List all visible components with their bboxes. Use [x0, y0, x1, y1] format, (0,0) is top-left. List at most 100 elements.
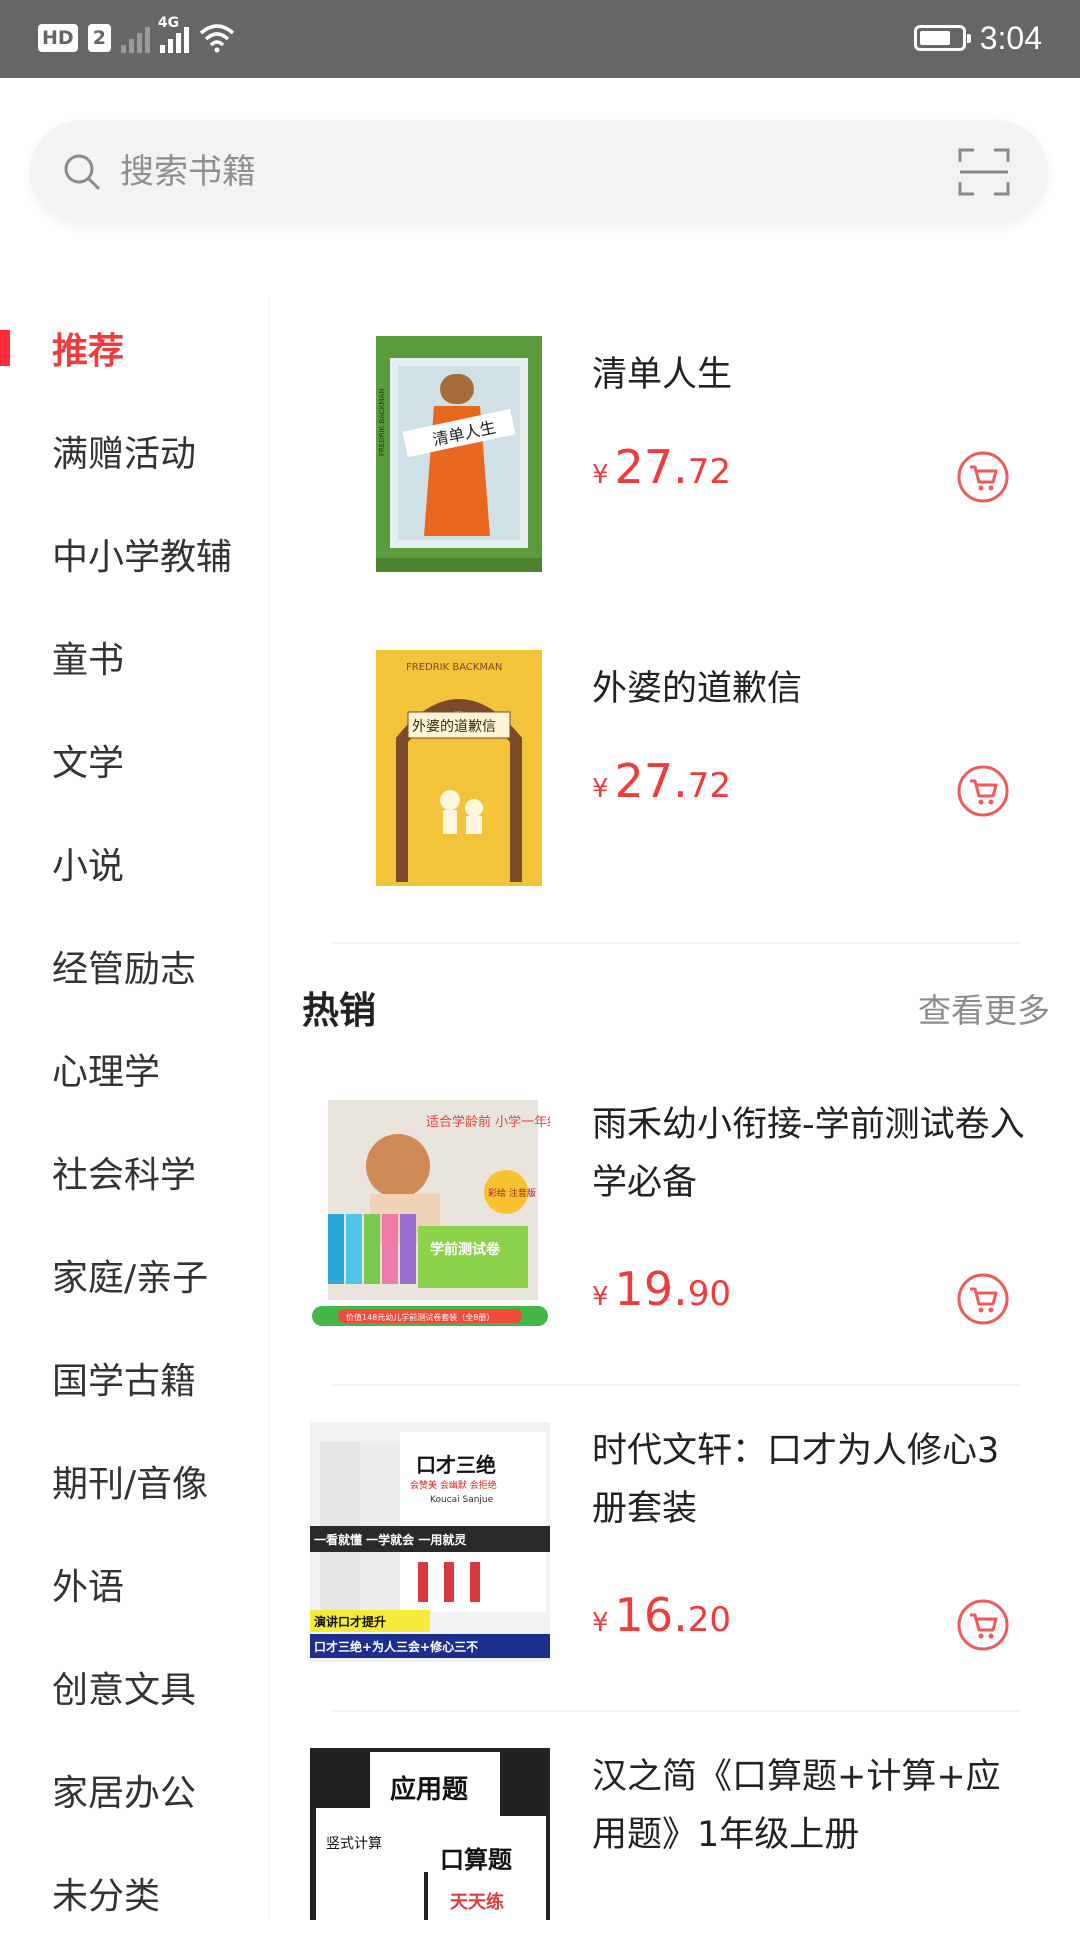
sidebar-item-recommend[interactable]: 推荐	[0, 296, 268, 399]
book-title: 清单人生	[592, 355, 733, 395]
network-type: 4G	[157, 15, 180, 31]
sidebar-item-label: 文学	[52, 742, 125, 784]
sidebar-item-gift-events[interactable]: 满赠活动	[0, 399, 268, 502]
cover-bottom-text: 价值148元幼儿学前测试卷套装（全8册）	[346, 1312, 494, 1322]
book-price: ¥ 19. 90	[592, 1262, 731, 1316]
cover-main-title: 学前测试卷	[430, 1241, 501, 1258]
price-decimal: 72	[687, 766, 731, 806]
book-cover: 外婆的道歉信 FREDRIK BACKMAN	[376, 650, 542, 886]
price-decimal: 90	[687, 1274, 731, 1314]
category-sidebar: 推荐 满赠活动 中小学教辅 童书 文学 小说 经管励志 心理学 社会科学 家庭/…	[0, 296, 268, 1920]
price-decimal: 72	[687, 452, 731, 492]
currency-symbol: ¥	[592, 774, 609, 804]
sidebar-item-novels[interactable]: 小说	[0, 811, 268, 914]
section-title: 热销	[302, 989, 376, 1032]
sidebar-item-label: 家庭/亲子	[52, 1257, 209, 1299]
book-item[interactable]: 应用题 竖式计算 口算题 天天练 汉之简《口算题+计算+应用题》1年级上册	[270, 1748, 1080, 1920]
sidebar-item-stationery[interactable]: 创意文具	[0, 1635, 268, 1738]
book-title: 时代文轩：口才为人修心3册套装	[592, 1431, 1000, 1529]
sidebar-item-children-books[interactable]: 童书	[0, 605, 268, 708]
book-price: ¥ 27. 72	[592, 440, 731, 494]
book-cover: 适合学龄前 小学一年级儿童 彩绘 注音版 学前测试卷 价值148元幼儿学前测试卷…	[310, 1096, 550, 1336]
sidebar-item-periodicals[interactable]: 期刊/音像	[0, 1429, 268, 1532]
view-more-link[interactable]: 查看更多	[918, 984, 1050, 1032]
book-cover: 清单人生 FREDRIK BACKMAN	[376, 336, 542, 572]
sidebar-item-label: 小说	[52, 845, 125, 887]
book-price: ¥ 16. 20	[592, 1588, 731, 1642]
currency-symbol: ¥	[592, 1282, 609, 1312]
price-integer: 16.	[614, 1588, 688, 1642]
cover-subtitle: 会赞美 会幽默 会拒绝	[410, 1479, 497, 1491]
clock: 3:04	[979, 19, 1042, 56]
wifi-icon	[199, 24, 235, 53]
book-title: 汉之简《口算题+计算+应用题》1年级上册	[592, 1757, 1001, 1855]
no-signal-icon	[120, 23, 150, 53]
search-input[interactable]	[118, 141, 922, 203]
price-integer: 19.	[614, 1262, 688, 1316]
currency-symbol: ¥	[592, 460, 609, 490]
sidebar-item-label: 国学古籍	[52, 1360, 197, 1402]
sidebar-item-label: 中小学教辅	[52, 536, 233, 578]
price-decimal: 20	[687, 1600, 731, 1640]
divider	[330, 1710, 1020, 1712]
cover-text-a: 应用题	[390, 1774, 468, 1805]
sidebar-item-classics[interactable]: 国学古籍	[0, 1326, 268, 1429]
sidebar-item-label: 心理学	[52, 1051, 161, 1093]
cover-author: FREDRIK BACKMAN	[378, 389, 386, 456]
search-icon	[64, 154, 100, 190]
book-item[interactable]: 外婆的道歉信 FREDRIK BACKMAN 外婆的道歉信 ¥ 27. 72	[270, 650, 1080, 964]
book-item[interactable]: 适合学龄前 小学一年级儿童 彩绘 注音版 学前测试卷 价值148元幼儿学前测试卷…	[270, 1096, 1080, 1410]
cover-pinyin: Koucai Sanjue	[430, 1495, 494, 1505]
sim-indicator: 2	[87, 24, 111, 52]
divider	[330, 1384, 1020, 1386]
sidebar-item-label: 经管励志	[52, 948, 197, 990]
cover-tagline: 适合学龄前 小学一年级儿童	[426, 1114, 550, 1130]
sidebar-item-label: 外语	[52, 1566, 125, 1608]
scan-icon[interactable]	[958, 146, 1010, 198]
battery-icon	[913, 25, 971, 51]
book-cover: 口才三绝 会赞美 会幽默 会拒绝 Koucai Sanjue 一看就懂 一学就会…	[310, 1422, 550, 1662]
sidebar-item-psychology[interactable]: 心理学	[0, 1017, 268, 1120]
sidebar-item-k12-tutoring[interactable]: 中小学教辅	[0, 502, 268, 605]
sidebar-item-foreign-language[interactable]: 外语	[0, 1532, 268, 1635]
sidebar-item-social-science[interactable]: 社会科学	[0, 1120, 268, 1223]
book-item[interactable]: 口才三绝 会赞美 会幽默 会拒绝 Koucai Sanjue 一看就懂 一学就会…	[270, 1422, 1080, 1736]
sidebar-item-home-office[interactable]: 家居办公	[0, 1738, 268, 1841]
book-price: ¥ 27. 72	[592, 754, 731, 808]
hd-indicator: HD	[38, 24, 78, 52]
sidebar-item-label: 推荐	[52, 330, 125, 372]
cover-author: FREDRIK BACKMAN	[406, 662, 502, 673]
cover-tag: 演讲口才提升	[314, 1614, 386, 1629]
cover-bottom-text: 口才三绝+为人三会+修心三不	[314, 1639, 478, 1654]
sidebar-item-label: 未分类	[52, 1875, 161, 1917]
add-to-cart-icon[interactable]	[956, 764, 1010, 818]
sidebar-item-literature[interactable]: 文学	[0, 708, 268, 811]
add-to-cart-icon[interactable]	[956, 1272, 1010, 1326]
sidebar-item-label: 满赠活动	[52, 433, 197, 475]
sidebar-divider	[268, 296, 269, 1920]
cover-zh-title: 外婆的道歉信	[412, 718, 496, 735]
price-integer: 27.	[614, 754, 688, 808]
cover-text-b: 竖式计算	[326, 1836, 382, 1852]
book-cover: 应用题 竖式计算 口算题 天天练	[310, 1748, 550, 1920]
sidebar-item-business[interactable]: 经管励志	[0, 914, 268, 1017]
hot-section-header: 热销 查看更多	[270, 980, 1080, 1050]
sidebar-item-label: 期刊/音像	[52, 1463, 209, 1505]
sidebar-item-label: 创意文具	[52, 1669, 197, 1711]
sidebar-item-label: 社会科学	[52, 1154, 197, 1196]
add-to-cart-icon[interactable]	[956, 1598, 1010, 1652]
sidebar-item-label: 童书	[52, 639, 125, 681]
cell-signal-icon: 4G	[158, 15, 189, 53]
book-item[interactable]: 清单人生 FREDRIK BACKMAN 清单人生 ¥ 27. 72	[270, 336, 1080, 650]
sidebar-item-uncategorized[interactable]: 未分类	[0, 1841, 268, 1944]
book-title: 外婆的道歉信	[592, 669, 803, 709]
cover-main-title: 口才三绝	[416, 1453, 496, 1477]
divider	[330, 942, 1020, 944]
currency-symbol: ¥	[592, 1608, 609, 1638]
cover-badge: 彩绘 注音版	[488, 1187, 536, 1199]
cover-text-d: 天天练	[450, 1891, 504, 1913]
search-bar[interactable]	[30, 120, 1048, 224]
sidebar-item-family[interactable]: 家庭/亲子	[0, 1223, 268, 1326]
add-to-cart-icon[interactable]	[956, 450, 1010, 504]
sidebar-item-label: 家居办公	[52, 1772, 197, 1814]
